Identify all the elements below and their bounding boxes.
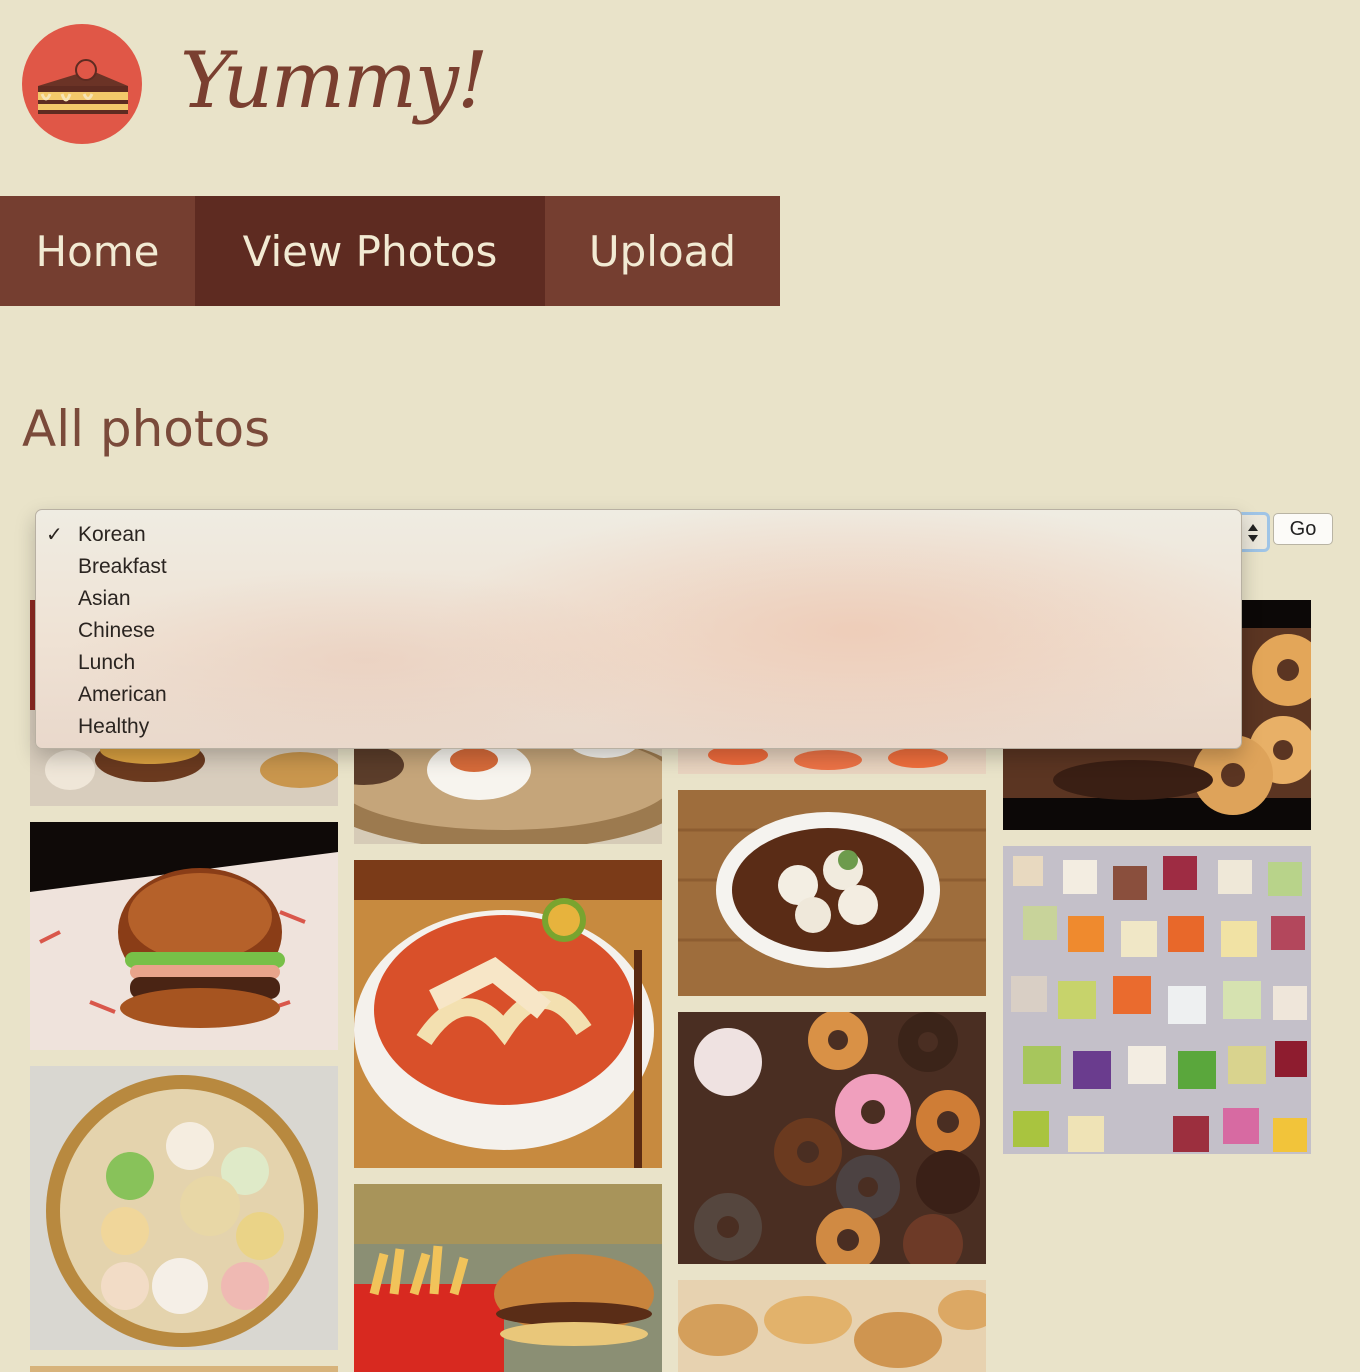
option-label: Breakfast (78, 555, 167, 578)
option-asian[interactable]: Asian (36, 583, 1241, 615)
option-label: Asian (78, 587, 131, 610)
category-dropdown: ✓ Korean Breakfast Asian Chinese Lunch A… (35, 509, 1242, 749)
nav-upload[interactable]: Upload (545, 196, 780, 306)
photo-donuts-assorted[interactable] (678, 1012, 986, 1264)
option-label: Healthy (78, 715, 150, 738)
photo-veg-cubes[interactable] (1003, 846, 1311, 1154)
photo-partial[interactable] (30, 1366, 338, 1372)
logo[interactable] (22, 24, 142, 144)
option-label: Chinese (78, 619, 156, 642)
option-breakfast[interactable]: Breakfast (36, 551, 1241, 583)
nav-home[interactable]: Home (0, 196, 195, 306)
brand-name: Yummy! (180, 36, 488, 126)
cake-slice-icon (38, 59, 128, 114)
check-icon: ✓ (46, 524, 63, 546)
photo-dumplings[interactable] (678, 790, 986, 996)
option-lunch[interactable]: Lunch (36, 647, 1241, 679)
page-title: All photos (22, 400, 271, 458)
main-nav: Home View Photos Upload (0, 196, 780, 306)
option-healthy[interactable]: Healthy (36, 711, 1241, 743)
go-button[interactable]: Go (1273, 513, 1333, 545)
option-korean[interactable]: ✓ Korean (36, 519, 1241, 551)
photo-laksa[interactable] (354, 860, 662, 1168)
select-arrows-icon (1248, 524, 1258, 542)
option-label: Lunch (78, 651, 136, 674)
photo-burger-fries[interactable] (354, 1184, 662, 1372)
option-label: American (78, 683, 167, 706)
photo-dim-sum[interactable] (30, 1066, 338, 1350)
option-label: Korean (78, 523, 146, 546)
photo-sesame-burger[interactable] (30, 822, 338, 1050)
nav-view-photos[interactable]: View Photos (195, 196, 545, 306)
photo-pastries[interactable] (678, 1280, 986, 1372)
option-chinese[interactable]: Chinese (36, 615, 1241, 647)
option-american[interactable]: American (36, 679, 1241, 711)
